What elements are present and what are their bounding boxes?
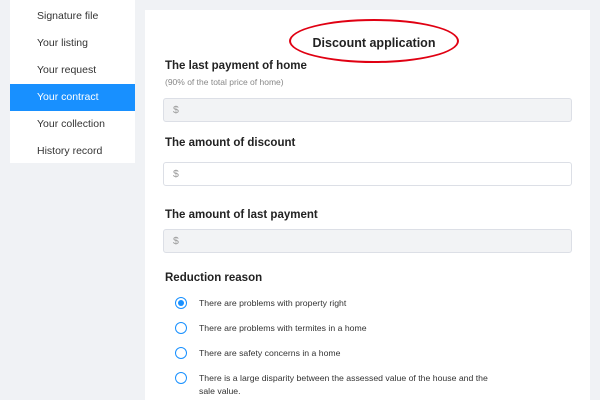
reason-option-label: There is a large disparity between the a… (199, 373, 488, 396)
sidebar-item-your-contract[interactable]: Your contract (10, 84, 135, 111)
reason-option-label: There are safety concerns in a home (199, 348, 341, 358)
reason-option-safety[interactable]: There are safety concerns in a home (175, 347, 499, 360)
reduction-reason-label: Reduction reason (165, 272, 263, 284)
last-payment-amount-input[interactable]: $ (163, 229, 572, 253)
last-payment-hint: (90% of the total price of home) (165, 77, 284, 87)
sidebar-item-your-collection[interactable]: Your collection (10, 111, 135, 138)
reason-option-termites[interactable]: There are problems with termites in a ho… (175, 322, 499, 335)
last-payment-input[interactable]: $ (163, 98, 572, 122)
radio-unchecked-icon[interactable] (175, 372, 187, 384)
reason-option-label: There are problems with termites in a ho… (199, 323, 367, 333)
sidebar-item-your-request[interactable]: Your request (10, 57, 135, 84)
last-payment-amount-label: The amount of last payment (165, 209, 318, 221)
reason-option-value-disparity[interactable]: There is a large disparity between the a… (175, 372, 499, 398)
sidebar-item-history-record[interactable]: History record (10, 138, 135, 165)
page-title: Discount application (312, 36, 436, 50)
discount-amount-label: The amount of discount (165, 137, 296, 149)
title-annotation-circle: Discount application (289, 19, 459, 63)
sidebar-item-signature-file[interactable]: Signature file (10, 3, 135, 30)
last-payment-label: The last payment of home (165, 60, 307, 72)
reason-option-property-right[interactable]: There are problems with property right (175, 297, 499, 310)
sidebar: Signature file Your listing Your request… (10, 0, 135, 163)
radio-unchecked-icon[interactable] (175, 347, 187, 359)
radio-checked-icon[interactable] (175, 297, 187, 309)
sidebar-item-your-listing[interactable]: Your listing (10, 30, 135, 57)
radio-unchecked-icon[interactable] (175, 322, 187, 334)
main-panel: Discount application The last payment of… (145, 10, 590, 400)
discount-amount-input[interactable]: $ (163, 162, 572, 186)
reason-option-label: There are problems with property right (199, 298, 347, 308)
